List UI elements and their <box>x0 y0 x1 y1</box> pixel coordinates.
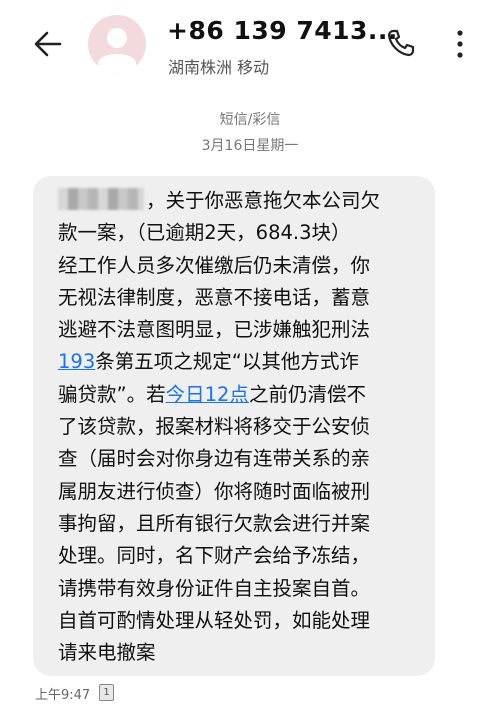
message-line: 请携带有效身份证件自主投案自首。 <box>58 573 428 605</box>
message-text-segment: 属朋友进行侦查）你将随时面临被刑 <box>58 479 371 503</box>
message-line: 请来电撤案 <box>58 637 428 669</box>
message-link[interactable]: 193 <box>58 350 95 373</box>
message-line: 193条第五项之规定“以其他方式诈 <box>58 346 428 378</box>
contact-location: 湖南株洲 移动 <box>168 58 270 77</box>
message-line: 逃避不法意图明显，已涉嫌触犯刑法 <box>58 314 428 346</box>
message-link[interactable]: 今日12点 <box>166 383 249 406</box>
message-line: 处理。同时，名下财产会给予冻结， <box>58 540 428 572</box>
message-text: ，关于你恶意拖欠本公司欠款一案，（已逾期2天，684.3块） 经工作人员多次催缴后… <box>58 185 428 669</box>
person-icon <box>98 28 136 73</box>
redacted-name <box>58 188 144 210</box>
message-line: 了该贷款，报案材料将移交于公安侦 <box>58 411 428 443</box>
message-line: 无视法律制度，恶意不接电话，蓄意 <box>58 282 428 314</box>
message-text-segment: 经工作人员多次催缴后仍未清偿，你 <box>58 253 371 277</box>
message-text-segment: 自首可酌情处理从轻处罚，如能处理 <box>58 608 371 632</box>
date-divider: 3月16日星期一 <box>201 138 299 154</box>
back-arrow-icon[interactable] <box>30 26 66 62</box>
message-line: 自首可酌情处理从轻处罚，如能处理 <box>58 605 428 637</box>
message-text-segment: 之前仍清偿不 <box>248 382 366 406</box>
message-text-segment: 无视法律制度，恶意不接电话，蓄意 <box>58 285 371 309</box>
message-line: ，关于你恶意拖欠本公司欠 <box>58 185 428 217</box>
message-line: 经工作人员多次催缴后仍未清偿，你 <box>58 250 428 282</box>
sim-card-badge: 1 <box>99 684 114 701</box>
message-text-segment: 逃避不法意图明显，已涉嫌触犯刑法 <box>58 318 371 342</box>
message-line: 款一案，（已逾期2天，684.3块） <box>58 217 428 249</box>
message-text-segment: 事拘留，且所有银行欠款会进行并案 <box>58 511 371 535</box>
phone-icon[interactable] <box>384 26 418 60</box>
avatar[interactable] <box>88 15 146 73</box>
message-line: 属朋友进行侦查）你将随时面临被刑 <box>58 476 428 508</box>
message-text-segment: 骗贷款”。若 <box>58 382 166 406</box>
contact-phone-number[interactable]: +86 139 7413... <box>167 16 398 45</box>
message-text-segment: ，关于你恶意拖欠本公司欠 <box>146 189 381 212</box>
message-text-segment: 查（届时会对你身边有连带关系的亲 <box>58 447 371 471</box>
message-line: 查（届时会对你身边有连带关系的亲 <box>58 443 428 475</box>
more-vertical-icon[interactable] <box>450 28 470 60</box>
message-line: 事拘留，且所有银行欠款会进行并案 <box>58 508 428 540</box>
message-type-label: 短信/彩信 <box>219 112 281 128</box>
message-text-segment: 款一案，（已逾期2天，684.3块） <box>58 221 351 245</box>
message-line: 骗贷款”。若今日12点之前仍清偿不 <box>58 379 428 411</box>
message-text-segment: 请携带有效身份证件自主投案自首。 <box>58 576 371 600</box>
message-text-segment: 处理。同时，名下财产会给予冻结， <box>58 544 371 568</box>
message-text-segment: 请来电撤案 <box>58 641 156 665</box>
conversation-header: +86 139 7413... 湖南株洲 移动 <box>0 0 500 90</box>
message-time: 上午9:47 <box>35 688 91 703</box>
message-text-segment: 条第五项之规定“以其他方式诈 <box>95 350 359 374</box>
message-text-segment: 了该贷款，报案材料将移交于公安侦 <box>58 415 371 439</box>
